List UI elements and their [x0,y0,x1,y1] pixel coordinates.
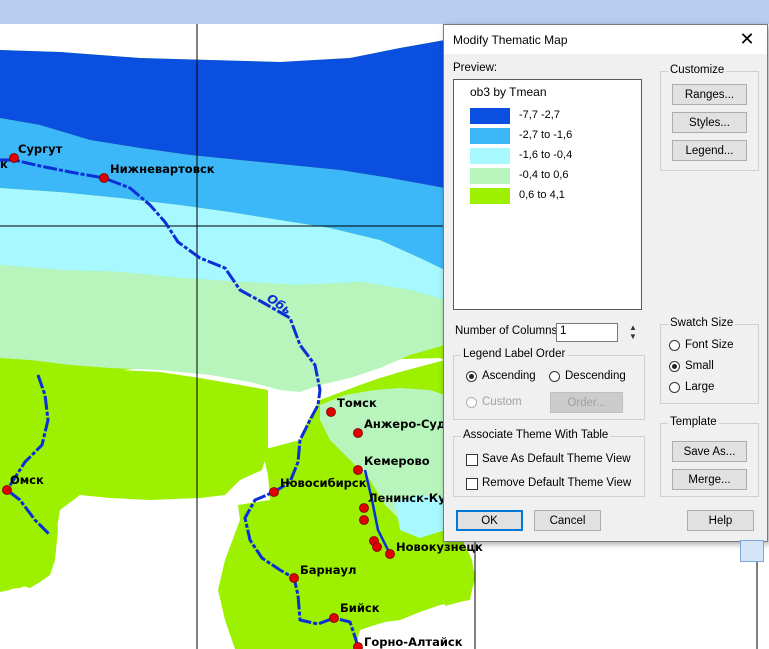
legend-swatch [470,108,510,124]
preview-label: Preview: [453,62,498,74]
ascending-radio[interactable] [466,371,477,382]
save-as-button[interactable]: Save As... [672,441,747,462]
map-window-icon[interactable] [740,540,764,562]
city-marker[interactable] [353,642,363,649]
city-marker[interactable] [269,487,279,497]
number-of-columns-label: Number of Columns: [455,325,561,337]
small-label[interactable]: Small [685,360,714,372]
city-label: Новокузнецк [396,540,483,554]
legend-swatch [470,128,510,144]
city-marker[interactable] [385,549,395,559]
city-marker[interactable] [329,613,339,623]
order-button[interactable]: Order... [550,392,623,413]
city-label: Горно-Алтайск [364,635,463,649]
modify-thematic-map-dialog: Modify Thematic Map ✕ Preview: ob3 by Tm… [443,24,768,542]
styles-button[interactable]: Styles... [672,112,747,133]
city-label: Бийск [340,601,380,615]
custom-radio[interactable] [466,397,477,408]
city-label: Омск [10,473,44,487]
swatch-size-title: Swatch Size [668,317,736,329]
descending-label[interactable]: Descending [565,370,626,382]
legend-title: ob3 by Tmean [470,85,547,99]
remove-default-theme-checkbox[interactable] [466,478,478,490]
legend-range: 0,6 to 4,1 [519,189,565,201]
legend-preview: ob3 by Tmean -7,7 -2,7 -2,7 to -1,6 -1,6… [453,79,642,310]
legend-range: -2,7 to -1,6 [519,129,573,141]
merge-button[interactable]: Merge... [672,469,747,490]
cancel-button[interactable]: Cancel [534,510,601,531]
city-label: Ленинск-Ку [368,491,446,505]
legend-range: -7,7 -2,7 [519,109,560,121]
city-label: Нижневартовск [110,162,215,176]
save-default-theme-checkbox[interactable] [466,454,478,466]
help-button[interactable]: Help [687,510,754,531]
template-title: Template [668,416,719,428]
spin-up-icon[interactable]: ▲ [627,323,639,332]
legend-button[interactable]: Legend... [672,140,747,161]
city-label: Кемерово [364,454,430,468]
city-marker[interactable] [326,407,336,417]
columns-spinner[interactable]: ▲ ▼ [627,323,639,343]
city-label: Сургут [18,142,63,156]
font-size-label[interactable]: Font Size [685,339,734,351]
city-marker[interactable] [359,515,369,525]
city-label-partial: к [0,157,8,171]
spin-down-icon[interactable]: ▼ [627,332,639,341]
dialog-titlebar[interactable]: Modify Thematic Map ✕ [444,25,767,54]
top-bar-strip [0,0,769,24]
large-label[interactable]: Large [685,381,714,393]
city-marker[interactable] [372,542,382,552]
custom-label[interactable]: Custom [482,396,522,408]
city-marker[interactable] [99,173,109,183]
city-marker[interactable] [289,573,299,583]
city-label: Томск [337,396,377,410]
ok-button[interactable]: OK [456,510,523,531]
associate-theme-title: Associate Theme With Table [461,429,611,441]
font-size-radio[interactable] [669,340,680,351]
remove-default-theme-label[interactable]: Remove Default Theme View [482,477,631,489]
legend-swatch [470,168,510,184]
close-icon[interactable]: ✕ [727,25,767,54]
city-label: Новосибирск [280,476,367,490]
legend-range: -0,4 to 0,6 [519,169,569,181]
legend-swatch [470,188,510,204]
number-of-columns-input[interactable]: 1 [556,323,618,342]
descending-radio[interactable] [549,371,560,382]
legend-label-order-title: Legend Label Order [461,348,568,360]
ascending-label[interactable]: Ascending [482,370,536,382]
city-marker[interactable] [353,428,363,438]
city-marker[interactable] [353,465,363,475]
small-radio[interactable] [669,361,680,372]
save-default-theme-label[interactable]: Save As Default Theme View [482,453,631,465]
customize-group-title: Customize [668,64,727,76]
legend-swatch [470,148,510,164]
dialog-title: Modify Thematic Map [453,33,568,47]
legend-range: -1,6 to -0,4 [519,149,573,161]
large-radio[interactable] [669,382,680,393]
ranges-button[interactable]: Ranges... [672,84,747,105]
city-label: Барнаул [300,563,356,577]
